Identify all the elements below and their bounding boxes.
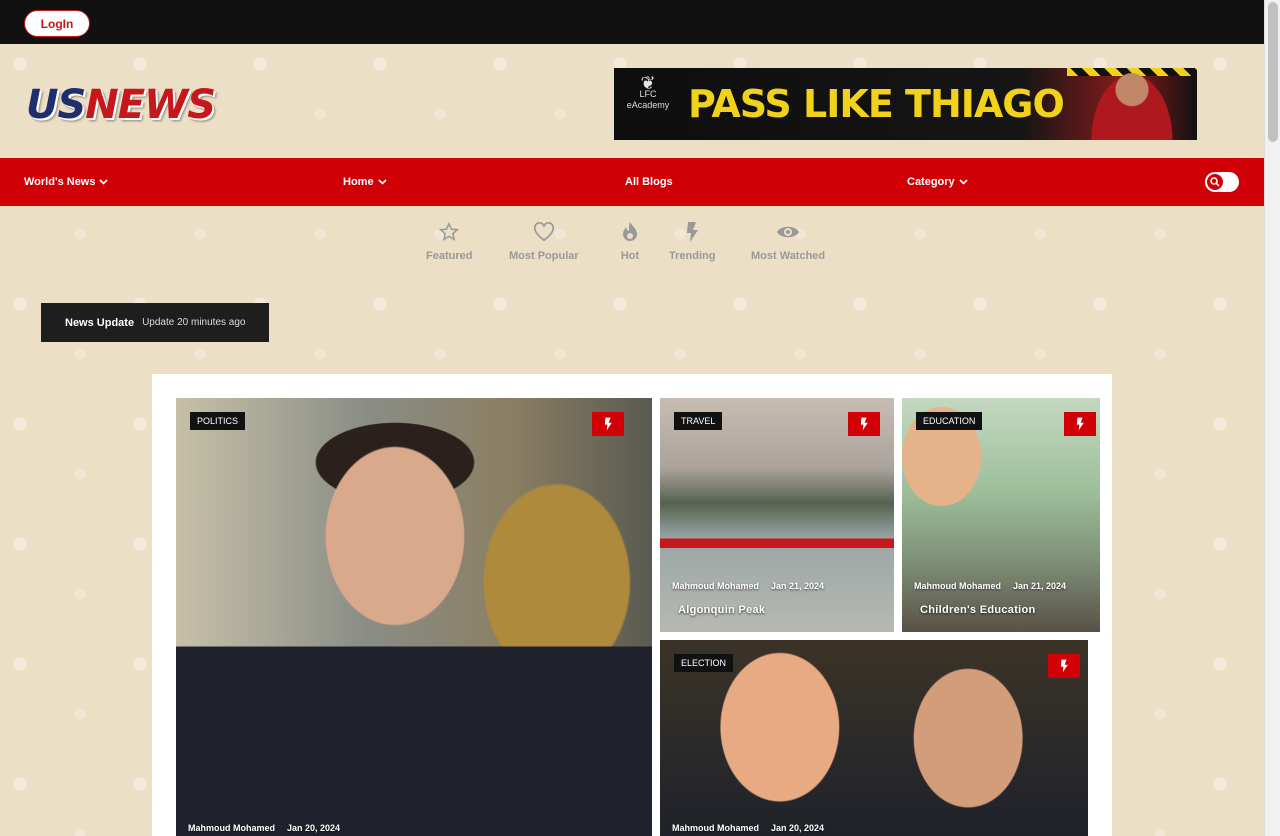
category-tag[interactable]: EDUCATION bbox=[916, 412, 983, 430]
ad-headline-part2: THIAGO bbox=[905, 82, 1065, 126]
logo-part-news: NEWS bbox=[85, 82, 216, 128]
nav-item-worlds-news[interactable]: World's News bbox=[24, 158, 109, 206]
lightning-icon bbox=[592, 412, 624, 436]
ad-player-image bbox=[1087, 68, 1177, 140]
chevron-down-icon bbox=[959, 177, 968, 187]
card-author[interactable]: Mahmoud Mohamed bbox=[188, 823, 275, 833]
news-card-education[interactable]: EDUCATION Mahmoud Mohamed Jan 21, 2024 C… bbox=[902, 398, 1100, 632]
lfc-crest-icon: ❦ LFC eAcademy bbox=[626, 73, 670, 110]
site-logo[interactable]: US NEWS bbox=[26, 82, 216, 128]
ad-banner[interactable]: ❦ LFC eAcademy PASS LIKE THIAGO bbox=[614, 68, 1197, 140]
nav-item-all-blogs[interactable]: All Blogs bbox=[625, 158, 673, 206]
flame-icon bbox=[618, 220, 642, 244]
filter-hot[interactable]: Hot bbox=[618, 220, 642, 262]
nav-item-label: All Blogs bbox=[625, 176, 673, 188]
card-date: Jan 20, 2024 bbox=[287, 823, 341, 833]
card-title[interactable]: Algonquin Peak bbox=[678, 604, 765, 616]
category-tag[interactable]: ELECTION bbox=[674, 654, 734, 672]
heart-icon bbox=[532, 220, 556, 244]
filter-label: Most Popular bbox=[509, 250, 579, 262]
card-date: Jan 20, 2024 bbox=[771, 823, 825, 833]
chevron-down-icon bbox=[99, 177, 109, 187]
lightning-icon bbox=[1048, 654, 1080, 678]
nav-item-category[interactable]: Category bbox=[907, 158, 968, 206]
main-navbar: World's News Home All Blogs Category bbox=[0, 158, 1264, 206]
ad-headline: PASS LIKE THIAGO bbox=[688, 82, 1065, 126]
scrollbar-thumb[interactable] bbox=[1268, 2, 1278, 142]
star-icon bbox=[437, 220, 461, 244]
card-date: Jan 21, 2024 bbox=[1013, 581, 1067, 591]
category-tag[interactable]: TRAVEL bbox=[674, 412, 723, 430]
card-author[interactable]: Mahmoud Mohamed bbox=[672, 823, 759, 833]
featured-news-panel: POLITICS Mahmoud Mohamed Jan 20, 2024 TR… bbox=[152, 374, 1112, 836]
lightning-icon bbox=[680, 220, 704, 244]
page-scrollbar[interactable] bbox=[1264, 0, 1280, 836]
news-update-subtitle: Update 20 minutes ago bbox=[142, 317, 246, 328]
news-card-politics[interactable]: POLITICS Mahmoud Mohamed Jan 20, 2024 bbox=[176, 398, 652, 836]
nav-item-label: Category bbox=[907, 176, 955, 188]
category-tag[interactable]: POLITICS bbox=[190, 412, 246, 430]
card-meta: Mahmoud Mohamed Jan 21, 2024 bbox=[914, 581, 1066, 591]
login-button[interactable]: LogIn bbox=[24, 10, 90, 37]
card-title[interactable]: Children's Education bbox=[920, 604, 1036, 616]
filter-most-watched[interactable]: Most Watched bbox=[751, 220, 825, 262]
ad-crest-line2: eAcademy bbox=[626, 100, 670, 110]
card-meta: Mahmoud Mohamed Jan 21, 2024 bbox=[672, 581, 824, 591]
ad-crest-line1: LFC bbox=[639, 89, 657, 99]
card-date: Jan 21, 2024 bbox=[771, 581, 825, 591]
chevron-down-icon bbox=[377, 177, 387, 187]
nav-item-label: World's News bbox=[24, 176, 96, 188]
card-author[interactable]: Mahmoud Mohamed bbox=[672, 581, 759, 591]
lightning-icon bbox=[1064, 412, 1096, 436]
news-card-election[interactable]: ELECTION Mahmoud Mohamed Jan 20, 2024 bbox=[660, 640, 1088, 836]
search-toggle[interactable] bbox=[1205, 172, 1239, 192]
filter-featured[interactable]: Featured bbox=[426, 220, 472, 262]
nav-item-label: Home bbox=[343, 176, 374, 188]
filter-trending[interactable]: Trending bbox=[669, 220, 715, 262]
filter-label: Trending bbox=[669, 250, 716, 262]
lightning-icon bbox=[848, 412, 880, 436]
top-bar: LogIn bbox=[0, 0, 1264, 44]
news-update-box: News Update Update 20 minutes ago bbox=[41, 303, 269, 342]
logo-part-us: US bbox=[26, 82, 86, 128]
ad-headline-part1: PASS LIKE bbox=[688, 82, 906, 126]
card-meta: Mahmoud Mohamed Jan 20, 2024 bbox=[188, 823, 340, 833]
filter-label: Featured bbox=[426, 250, 473, 262]
news-update-title: News Update bbox=[65, 316, 135, 329]
card-meta: Mahmoud Mohamed Jan 20, 2024 bbox=[672, 823, 824, 833]
news-card-travel[interactable]: TRAVEL Mahmoud Mohamed Jan 21, 2024 Algo… bbox=[660, 398, 894, 632]
eye-icon bbox=[776, 220, 800, 244]
search-icon bbox=[1207, 174, 1223, 190]
filter-most-popular[interactable]: Most Popular bbox=[509, 220, 579, 262]
filter-label: Hot bbox=[620, 250, 640, 262]
nav-item-home[interactable]: Home bbox=[343, 158, 387, 206]
card-author[interactable]: Mahmoud Mohamed bbox=[914, 581, 1001, 591]
filter-label: Most Watched bbox=[751, 250, 826, 262]
